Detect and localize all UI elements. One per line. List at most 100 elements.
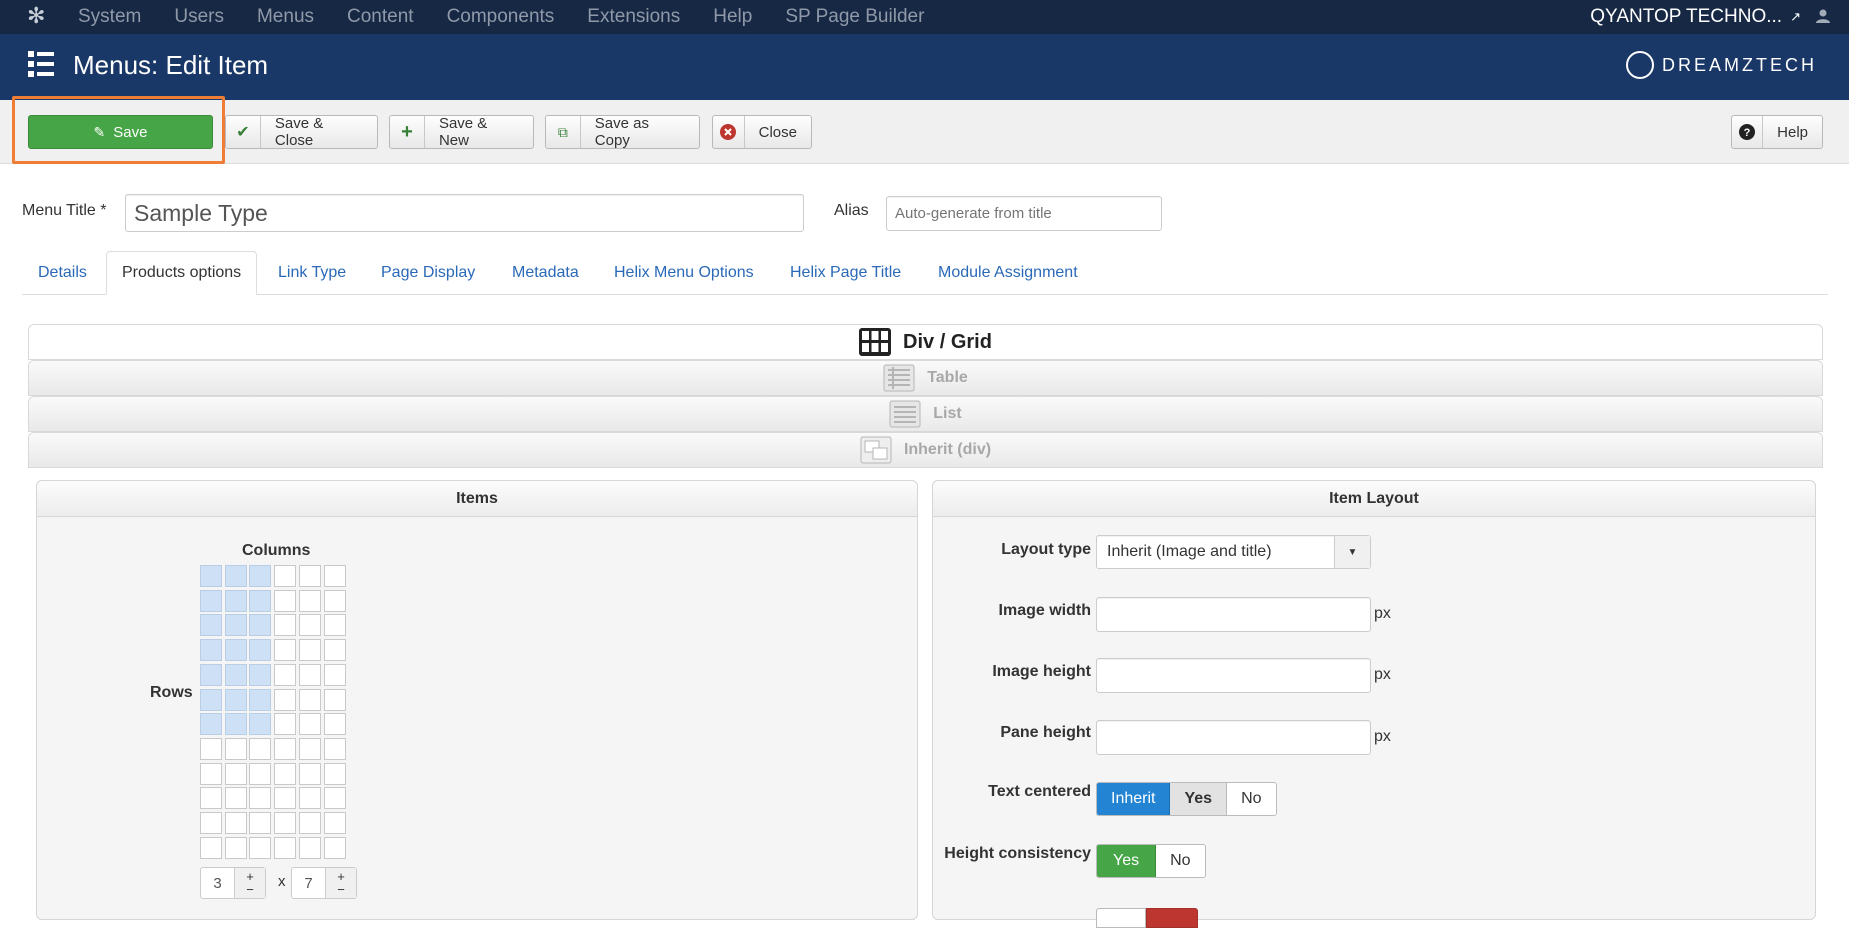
grid-cell[interactable]	[274, 762, 297, 785]
tab-products-options[interactable]: Products options	[106, 251, 258, 295]
grid-cell[interactable]	[224, 762, 247, 785]
grid-cell[interactable]	[200, 565, 222, 587]
grid-cell[interactable]	[224, 663, 247, 686]
grid-cell[interactable]	[323, 614, 346, 637]
grid-cell[interactable]	[298, 836, 321, 859]
close-button[interactable]: Close	[712, 115, 812, 149]
grid-cell[interactable]	[249, 713, 272, 736]
text-centered-yes[interactable]: Yes	[1170, 783, 1228, 815]
grid-cell[interactable]	[224, 565, 247, 587]
grid-cell[interactable]	[200, 688, 222, 711]
grid-cell[interactable]	[323, 812, 346, 834]
menu-components[interactable]: Components	[447, 6, 555, 28]
menu-extensions[interactable]: Extensions	[587, 6, 680, 28]
site-link[interactable]: QYANTOP TECHNO... ↗	[1590, 0, 1801, 34]
grid-cell[interactable]	[298, 713, 321, 736]
grid-cell[interactable]	[274, 639, 297, 662]
columns-value[interactable]: 3	[201, 868, 234, 898]
accordion-inherit[interactable]: Inherit (div)	[28, 432, 1823, 468]
grid-cell[interactable]	[249, 639, 272, 662]
grid-cell[interactable]	[224, 787, 247, 810]
rows-value[interactable]: 7	[292, 868, 325, 898]
pane-height-input[interactable]	[1096, 720, 1371, 755]
grid-cell[interactable]	[249, 589, 272, 612]
grid-cell[interactable]	[323, 589, 346, 612]
grid-cell[interactable]	[274, 614, 297, 637]
save-new-button[interactable]: + Save & New	[389, 115, 534, 149]
grid-cell[interactable]	[200, 639, 222, 662]
grid-cell[interactable]	[274, 836, 297, 859]
grid-cell[interactable]	[224, 713, 247, 736]
menu-users[interactable]: Users	[174, 6, 224, 28]
menu-system[interactable]: System	[78, 6, 141, 28]
partial-toggle-on[interactable]	[1146, 908, 1198, 928]
grid-cell[interactable]	[200, 836, 222, 859]
menu-sp-page-builder[interactable]: SP Page Builder	[785, 6, 924, 28]
user-icon[interactable]	[1815, 8, 1831, 28]
tab-helix-menu-options[interactable]: Helix Menu Options	[614, 251, 754, 295]
accordion-table[interactable]: Table	[28, 360, 1823, 396]
grid-cell[interactable]	[224, 836, 247, 859]
grid-cell[interactable]	[274, 589, 297, 612]
grid-cell[interactable]	[323, 762, 346, 785]
accordion-div-grid[interactable]: Div / Grid	[28, 324, 1823, 360]
grid-cell[interactable]	[298, 688, 321, 711]
grid-cell[interactable]	[323, 663, 346, 686]
grid-cell[interactable]	[249, 812, 272, 834]
height-consistency-yes[interactable]: Yes	[1097, 845, 1157, 877]
grid-cell[interactable]	[274, 663, 297, 686]
tab-module-assignment[interactable]: Module Assignment	[938, 251, 1078, 295]
menu-title-input[interactable]	[125, 194, 804, 232]
grid-cell[interactable]	[298, 787, 321, 810]
text-centered-no[interactable]: No	[1227, 783, 1276, 815]
save-close-button[interactable]: ✔ Save & Close	[225, 115, 378, 149]
grid-cell[interactable]	[298, 812, 321, 834]
menu-menus[interactable]: Menus	[257, 6, 314, 28]
grid-cell[interactable]	[274, 688, 297, 711]
save-copy-button[interactable]: ⧉ Save as Copy	[545, 115, 700, 149]
grid-cell[interactable]	[224, 589, 247, 612]
grid-cell[interactable]	[224, 614, 247, 637]
accordion-list[interactable]: List	[28, 396, 1823, 432]
grid-cell[interactable]	[224, 639, 247, 662]
grid-cell[interactable]	[249, 614, 272, 637]
grid-cell[interactable]	[298, 737, 321, 760]
grid-cell[interactable]	[249, 836, 272, 859]
grid-cell[interactable]	[323, 836, 346, 859]
grid-cell[interactable]	[200, 589, 222, 612]
grid-cell[interactable]	[274, 737, 297, 760]
text-centered-inherit[interactable]: Inherit	[1097, 783, 1171, 815]
rows-stepper[interactable]: 7 + −	[291, 867, 357, 899]
image-height-input[interactable]	[1096, 658, 1371, 693]
grid-cell[interactable]	[200, 713, 222, 736]
tab-helix-page-title[interactable]: Helix Page Title	[790, 251, 901, 295]
grid-cell[interactable]	[249, 787, 272, 810]
grid-cell[interactable]	[274, 713, 297, 736]
grid-cell[interactable]	[298, 762, 321, 785]
grid-cell[interactable]	[274, 812, 297, 834]
grid-cell[interactable]	[323, 713, 346, 736]
columns-stepper[interactable]: 3 + −	[200, 867, 266, 899]
tab-details[interactable]: Details	[38, 251, 87, 295]
grid-cell[interactable]	[298, 614, 321, 637]
tab-page-display[interactable]: Page Display	[381, 251, 475, 295]
grid-cell[interactable]	[298, 639, 321, 662]
grid-cell[interactable]	[298, 663, 321, 686]
image-width-input[interactable]	[1096, 597, 1371, 632]
rows-plus-minus[interactable]: + −	[325, 868, 356, 898]
grid-cell[interactable]	[249, 565, 272, 587]
grid-cell[interactable]	[200, 812, 222, 834]
grid-cell[interactable]	[224, 812, 247, 834]
grid-cell[interactable]	[323, 688, 346, 711]
grid-cell[interactable]	[249, 762, 272, 785]
grid-cell[interactable]	[200, 787, 222, 810]
grid-cell[interactable]	[274, 787, 297, 810]
grid-cell[interactable]	[249, 688, 272, 711]
grid-cell[interactable]	[323, 737, 346, 760]
partial-toggle-off[interactable]	[1096, 908, 1146, 928]
grid-cell[interactable]	[224, 737, 247, 760]
tab-metadata[interactable]: Metadata	[512, 251, 579, 295]
columns-plus-minus[interactable]: + −	[234, 868, 265, 898]
grid-cell[interactable]	[249, 737, 272, 760]
tab-link-type[interactable]: Link Type	[278, 251, 346, 295]
